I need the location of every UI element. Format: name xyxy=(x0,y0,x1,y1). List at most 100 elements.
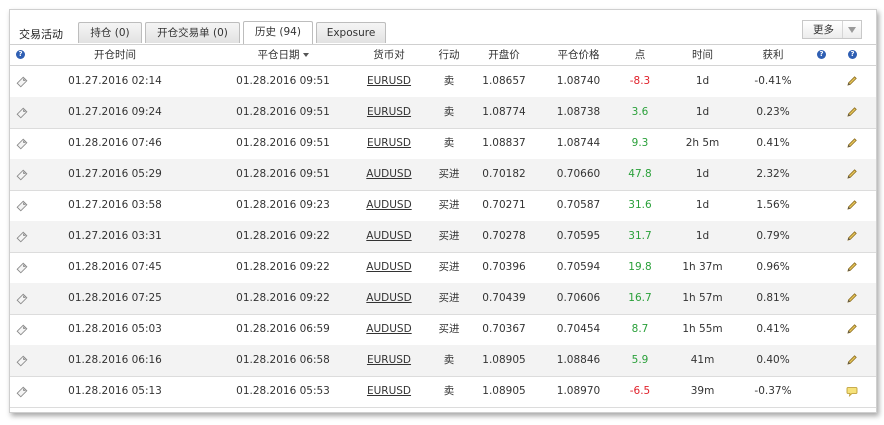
tab-open-positions[interactable]: 持仓 (0) xyxy=(78,22,142,43)
cell-duration: 2h 5m xyxy=(685,137,720,149)
table-row[interactable]: 01.27.2016 05:29 01.28.2016 09:51 AUDUSD 买进… xyxy=(10,159,876,191)
cell-pips: 47.8 xyxy=(628,168,652,180)
help-icon[interactable]: ? xyxy=(16,50,25,59)
cell-close-price: 1.08738 xyxy=(556,106,601,118)
tag-icon[interactable] xyxy=(16,169,28,181)
cell-action: 卖 xyxy=(443,385,455,397)
cell-pair[interactable]: EURUSD xyxy=(359,128,419,159)
cell-open-time: 01.27.2016 09:24 xyxy=(68,106,162,118)
cell-duration: 1d xyxy=(695,106,710,118)
pencil-icon[interactable] xyxy=(846,75,858,87)
pencil-icon[interactable] xyxy=(846,137,858,149)
cell-profit: 1.56% xyxy=(756,199,790,211)
cell-action: 卖 xyxy=(443,75,455,87)
cell-open-time: 01.27.2016 03:31 xyxy=(68,230,162,242)
table-row[interactable]: 01.27.2016 03:31 01.28.2016 09:22 AUDUSD 买进… xyxy=(10,221,876,253)
cell-open-price: 1.08837 xyxy=(482,137,526,149)
cell-open-price: 1.08774 xyxy=(482,106,526,118)
table-row[interactable]: 01.28.2016 06:16 01.28.2016 06:58 EURUSD 卖 1… xyxy=(10,345,876,377)
tag-icon[interactable] xyxy=(16,107,28,119)
column-open-time[interactable]: 开仓时间 xyxy=(65,45,165,65)
table-row[interactable]: 01.28.2016 05:03 01.28.2016 06:59 AUDUSD 买进… xyxy=(10,314,876,346)
table-row[interactable]: 01.28.2016 07:46 01.28.2016 09:51 EURUSD 卖 1… xyxy=(10,128,876,160)
pencil-icon[interactable] xyxy=(846,354,858,366)
cell-pair[interactable]: AUDUSD xyxy=(359,252,419,283)
cell-pair[interactable]: AUDUSD xyxy=(359,190,419,221)
cell-pair[interactable]: EURUSD xyxy=(359,66,419,97)
tag-icon[interactable] xyxy=(16,355,28,367)
cell-close-price: 1.08744 xyxy=(556,137,601,149)
tag-icon[interactable] xyxy=(16,231,28,243)
table-row[interactable]: 01.27.2016 02:14 01.28.2016 09:51 EURUSD 卖 1… xyxy=(10,66,876,98)
tag-icon[interactable] xyxy=(16,76,28,88)
tag-icon[interactable] xyxy=(16,138,28,150)
pencil-icon[interactable] xyxy=(846,323,858,335)
pencil-icon[interactable] xyxy=(846,230,858,242)
cell-duration: 41m xyxy=(690,354,715,366)
column-profit[interactable]: 获利 xyxy=(748,45,798,65)
cell-close-price: 0.70606 xyxy=(556,292,601,304)
tag-icon[interactable] xyxy=(16,200,28,212)
tag-icon[interactable] xyxy=(16,386,28,398)
cell-pair[interactable]: AUDUSD xyxy=(359,159,419,190)
cell-profit: 2.32% xyxy=(756,168,790,180)
cell-duration: 1h 57m xyxy=(682,292,723,304)
column-open-price[interactable]: 开盘价 xyxy=(479,45,529,65)
cell-close-date: 01.28.2016 09:51 xyxy=(236,168,330,180)
pencil-icon[interactable] xyxy=(846,106,858,118)
tab-exposure[interactable]: Exposure xyxy=(316,22,386,43)
pencil-icon[interactable] xyxy=(846,261,858,273)
cell-pair[interactable]: AUDUSD xyxy=(359,221,419,252)
cell-duration: 1d xyxy=(695,75,710,87)
column-action[interactable]: 行动 xyxy=(429,45,469,65)
sort-desc-icon xyxy=(302,53,309,57)
cell-profit: 0.23% xyxy=(756,106,790,118)
column-pips[interactable]: 点 xyxy=(625,45,655,65)
cell-close-date: 01.28.2016 09:23 xyxy=(236,199,330,211)
cell-pair[interactable]: EURUSD xyxy=(359,376,419,407)
cell-profit: 0.41% xyxy=(756,323,790,335)
cell-close-price: 1.08740 xyxy=(556,75,601,87)
cell-pair[interactable]: AUDUSD xyxy=(359,314,419,345)
pencil-icon[interactable] xyxy=(846,199,858,211)
tag-icon[interactable] xyxy=(16,262,28,274)
cell-duration: 39m xyxy=(690,385,715,397)
table-row[interactable]: 01.27.2016 09:24 01.28.2016 09:51 EURUSD 卖 1… xyxy=(10,97,876,129)
cell-profit: 0.81% xyxy=(756,292,790,304)
more-dropdown-button[interactable]: 更多 xyxy=(802,20,862,39)
cell-open-time: 01.28.2016 06:16 xyxy=(68,354,162,366)
table-row[interactable]: 01.27.2016 03:58 01.28.2016 09:23 AUDUSD 买进… xyxy=(10,190,876,222)
panel-title: 交易活动 xyxy=(19,28,63,41)
cell-profit: 0.40% xyxy=(756,354,790,366)
column-close-date[interactable]: 平仓日期 xyxy=(223,45,343,65)
pencil-icon[interactable] xyxy=(846,292,858,304)
table-row[interactable]: 01.28.2016 07:25 01.28.2016 09:22 AUDUSD 买进… xyxy=(10,283,876,315)
column-duration[interactable]: 时间 xyxy=(675,45,730,65)
cell-open-price: 1.08905 xyxy=(482,354,526,366)
cell-pair[interactable]: AUDUSD xyxy=(359,283,419,314)
cell-open-time: 01.28.2016 07:46 xyxy=(68,137,162,149)
cell-close-price: 0.70454 xyxy=(556,323,601,335)
tag-icon[interactable] xyxy=(16,324,28,336)
help-icon[interactable]: ? xyxy=(848,50,857,59)
cell-action: 卖 xyxy=(443,106,455,118)
column-pair[interactable]: 货币对 xyxy=(359,45,419,65)
help-icon[interactable]: ? xyxy=(817,50,826,59)
cell-pips: 8.7 xyxy=(631,323,649,335)
table-row[interactable]: 01.28.2016 05:13 01.28.2016 05:53 EURUSD 卖 1… xyxy=(10,376,876,408)
cell-close-date: 01.28.2016 09:51 xyxy=(236,137,330,149)
tab-history[interactable]: 历史 (94) xyxy=(243,21,313,44)
cell-pair[interactable]: EURUSD xyxy=(359,345,419,376)
tab-pending-orders[interactable]: 开仓交易单 (0) xyxy=(145,22,240,43)
table-row[interactable]: 01.28.2016 07:45 01.28.2016 09:22 AUDUSD 买进… xyxy=(10,252,876,284)
tag-icon[interactable] xyxy=(16,293,28,305)
cell-pips: 19.8 xyxy=(628,261,652,273)
cell-close-price: 0.70595 xyxy=(556,230,601,242)
cell-open-price: 0.70278 xyxy=(482,230,526,242)
cell-open-time: 01.27.2016 03:58 xyxy=(68,199,162,211)
cell-pips: 5.9 xyxy=(631,354,649,366)
cell-pair[interactable]: EURUSD xyxy=(359,97,419,128)
column-close-price[interactable]: 平仓价格 xyxy=(546,45,611,65)
pencil-icon[interactable] xyxy=(846,168,858,180)
comment-icon[interactable] xyxy=(846,385,858,397)
